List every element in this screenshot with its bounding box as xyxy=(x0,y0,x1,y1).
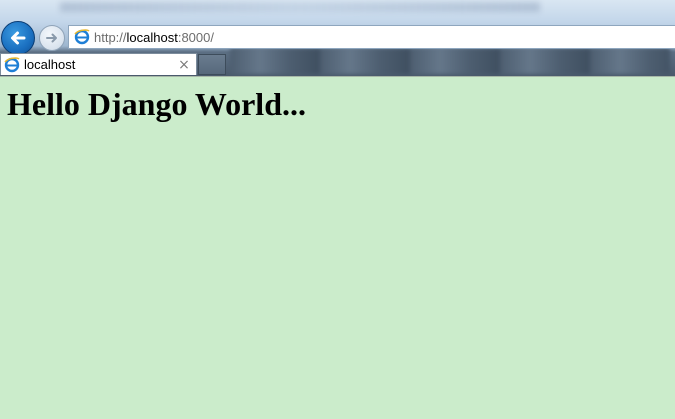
address-bar[interactable]: http://localhost:8000/ xyxy=(68,25,675,49)
forward-button[interactable] xyxy=(39,25,65,51)
internet-explorer-icon xyxy=(4,56,20,73)
tab-title: localhost xyxy=(24,57,76,72)
browser-window: http://localhost:8000/ localhost × Hello… xyxy=(0,0,675,419)
forward-arrow-icon xyxy=(46,33,57,43)
tab-localhost[interactable]: localhost × xyxy=(0,53,197,75)
url-host: localhost xyxy=(126,29,178,45)
back-arrow-icon xyxy=(11,31,26,45)
url-text[interactable]: http://localhost:8000/ xyxy=(94,30,214,45)
page-content: Hello Django World... xyxy=(0,76,675,419)
page-heading: Hello Django World... xyxy=(7,86,306,122)
back-button[interactable] xyxy=(1,21,35,55)
url-suffix: :8000/ xyxy=(177,29,214,45)
title-bar-blur xyxy=(60,2,540,12)
url-prefix: http:// xyxy=(94,29,127,45)
background-tabs-blur xyxy=(230,48,670,74)
new-tab-button[interactable] xyxy=(198,54,226,75)
close-icon[interactable]: × xyxy=(177,58,191,72)
internet-explorer-icon xyxy=(74,29,90,45)
browser-chrome: http://localhost:8000/ localhost × xyxy=(0,0,675,76)
